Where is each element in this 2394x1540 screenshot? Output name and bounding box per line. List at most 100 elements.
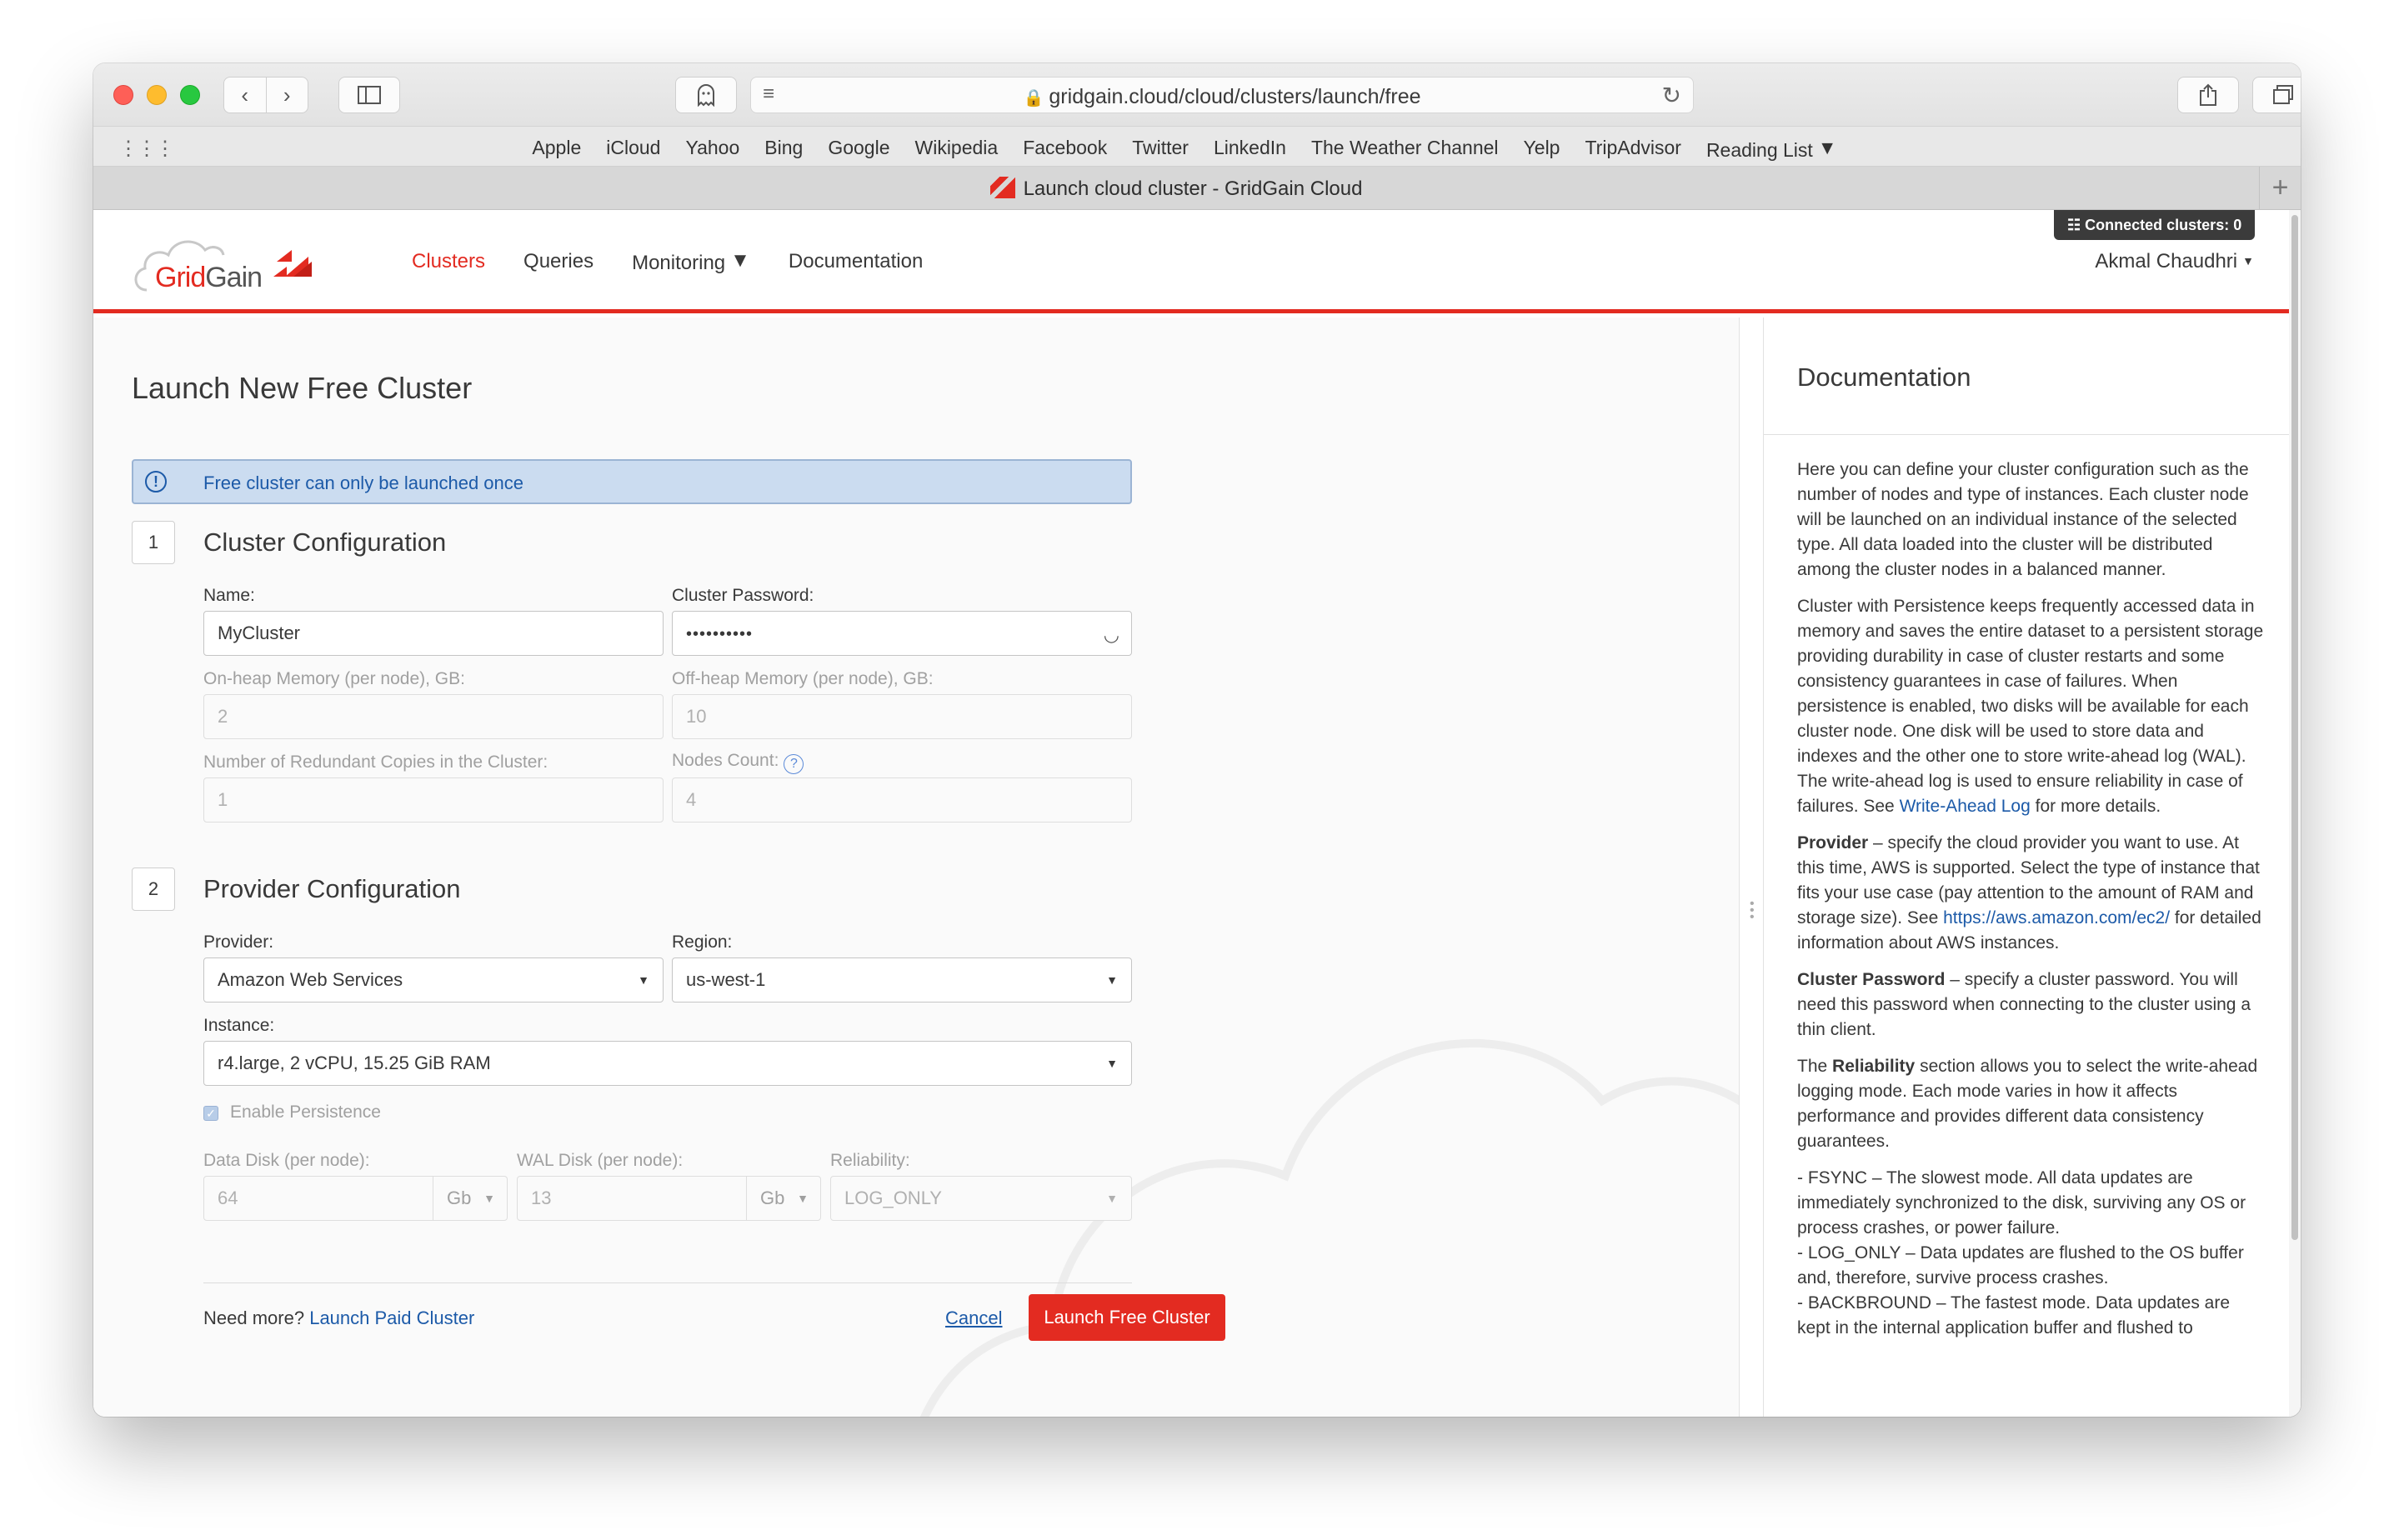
name-label: Name: [203,586,255,605]
favorites-list: Apple iCloud Yahoo Bing Google Wikipedia… [93,137,2301,162]
reload-icon[interactable]: ↻ [1662,82,1681,109]
tab-title: Launch cloud cluster - GridGain Cloud [1023,178,1363,200]
launch-paid-cluster-link[interactable]: Launch Paid Cluster [309,1308,474,1328]
cancel-button[interactable]: Cancel [945,1308,1002,1329]
back-icon[interactable]: ‹ [224,78,267,112]
data-disk-value: 64 [218,1188,238,1208]
sitemap-icon: ☷ [2067,217,2081,233]
launch-free-cluster-button[interactable]: Launch Free Cluster [1029,1294,1225,1341]
onheap-input[interactable]: 2 [203,694,664,739]
zoom-window-button[interactable] [180,85,200,105]
alert-text: Free cluster can only be launched once [203,472,524,493]
wal-disk-input[interactable]: 13 [517,1176,747,1221]
nav-clusters[interactable]: Clusters [412,250,485,273]
nodes-input[interactable]: 4 [672,778,1132,822]
browser-window: ‹ › ≡ 🔒 gridgain.cloud/cloud/clusters/lau… [93,63,2301,1417]
ghostery-extension-button[interactable] [675,77,737,113]
gridgain-logo[interactable]: GridGain [130,225,322,300]
wal-disk-label: WAL Disk (per node): [517,1151,684,1170]
chevron-down-icon: ▼ [483,1192,495,1205]
panel-splitter[interactable]: • • • [1739,318,1764,1417]
data-disk-input[interactable]: 64 [203,1176,433,1221]
aws-ec2-link[interactable]: https://aws.amazon.com/ec2/ [1943,908,2170,928]
persistence-checkbox[interactable]: ✓ [203,1106,218,1121]
wal-disk-unit: Gb [760,1188,785,1208]
forward-icon[interactable]: › [267,78,308,112]
nav-monitoring[interactable]: Monitoring ▼ [632,249,750,275]
favorite-item[interactable]: Apple [532,137,581,162]
favorite-item[interactable]: Twitter [1132,137,1189,162]
need-more-label: Need more? [203,1308,305,1328]
nav-documentation[interactable]: Documentation [789,250,923,273]
reading-list-label: Reading List [1705,139,1813,161]
page-scrollbar[interactable] [2289,210,2301,1417]
gridgain-favicon-icon [989,177,1015,198]
connected-clusters-text: Connected clusters: 0 [2085,217,2242,233]
reliability-select[interactable]: LOG_ONLY ▼ [830,1176,1132,1221]
write-ahead-log-link[interactable]: Write-Ahead Log [1900,797,2031,816]
scrollbar-thumb[interactable] [2291,215,2298,1240]
chevron-down-icon: ▼ [1106,1057,1118,1070]
nodes-label: Nodes Count:? [672,751,804,774]
password-input[interactable]: •••••••••• ◡ [672,611,1132,656]
wal-disk-unit-select[interactable]: Gb ▼ [746,1176,821,1221]
favorite-item[interactable]: Bing [764,137,803,162]
eye-icon[interactable]: ◡ [1104,613,1119,657]
data-disk-unit-select[interactable]: Gb ▼ [433,1176,508,1221]
nodes-value: 4 [686,789,697,810]
onheap-value: 2 [218,706,228,727]
chevron-down-icon: ▼ [797,1192,809,1205]
favorite-item[interactable]: Facebook [1023,137,1107,162]
ghost-icon [698,84,714,107]
minimize-window-button[interactable] [147,85,167,105]
address-bar[interactable]: ≡ 🔒 gridgain.cloud/cloud/clusters/launch/… [750,77,1694,113]
favorite-item[interactable]: Yelp [1524,137,1560,162]
history-nav: ‹ › [223,77,308,113]
offheap-label: Off-heap Memory (per node), GB: [672,669,934,688]
offheap-input[interactable]: 10 [672,694,1132,739]
provider-select[interactable]: Amazon Web Services ▼ [203,958,664,1002]
favorite-item[interactable]: The Weather Channel [1311,137,1499,162]
favorite-item[interactable]: Google [828,137,889,162]
docs-paragraph: Provider – specify the cloud provider yo… [1797,833,2261,952]
favorite-item[interactable]: TripAdvisor [1585,137,1680,162]
nav-queries[interactable]: Queries [523,250,593,273]
sidebar-toggle-button[interactable] [338,77,400,113]
name-value: MyCluster [218,622,301,643]
info-icon: ! [145,471,167,492]
favorite-item[interactable]: iCloud [606,137,660,162]
docs-paragraph: Cluster Password – specify a cluster pas… [1797,970,2251,1039]
user-menu[interactable]: Akmal Chaudhri ▼ [2094,250,2254,273]
region-select[interactable]: us-west-1 ▼ [672,958,1132,1002]
instance-label: Instance: [203,1016,275,1035]
connected-clusters-badge[interactable]: ☷ Connected clusters: 0 [2054,210,2256,240]
need-more-text: Need more? Launch Paid Cluster [203,1308,474,1329]
help-icon[interactable]: ? [784,754,804,774]
drag-handle-icon[interactable]: • • • [1750,898,1755,924]
chevron-down-icon: ▼ [638,973,649,987]
new-tab-button[interactable]: + [2259,167,2301,210]
info-alert: ! Free cluster can only be launched once [132,459,1132,504]
reading-list-menu[interactable]: Reading List ▼ [1706,137,1837,162]
chevron-down-icon: ▼ [730,248,750,272]
copies-input[interactable]: 1 [203,778,664,822]
instance-select[interactable]: r4.large, 2 vCPU, 15.25 GiB RAM ▼ [203,1041,1132,1086]
chevron-down-icon: ▼ [2242,254,2254,268]
main-nav: Clusters Queries Monitoring ▼ Documentati… [412,210,923,313]
onheap-label: On-heap Memory (per node), GB: [203,669,465,688]
share-button[interactable] [2177,77,2239,113]
form-divider [203,1282,1132,1283]
show-tabs-button[interactable] [2252,77,2301,113]
active-tab[interactable]: Launch cloud cluster - GridGain Cloud [93,177,2259,201]
name-input[interactable]: MyCluster [203,611,664,656]
close-window-button[interactable] [113,85,133,105]
region-value: us-west-1 [686,969,766,990]
page-title: Launch New Free Cluster [132,371,473,405]
provider-value: Amazon Web Services [218,969,403,990]
tab-bar: Launch cloud cluster - GridGain Cloud + [93,167,2301,210]
chevron-down-icon: ▼ [1106,1192,1118,1205]
favorite-item[interactable]: Wikipedia [915,137,999,162]
favorite-item[interactable]: LinkedIn [1214,137,1286,162]
favorite-item[interactable]: Yahoo [685,137,739,162]
reliability-label: Reliability: [830,1151,910,1170]
